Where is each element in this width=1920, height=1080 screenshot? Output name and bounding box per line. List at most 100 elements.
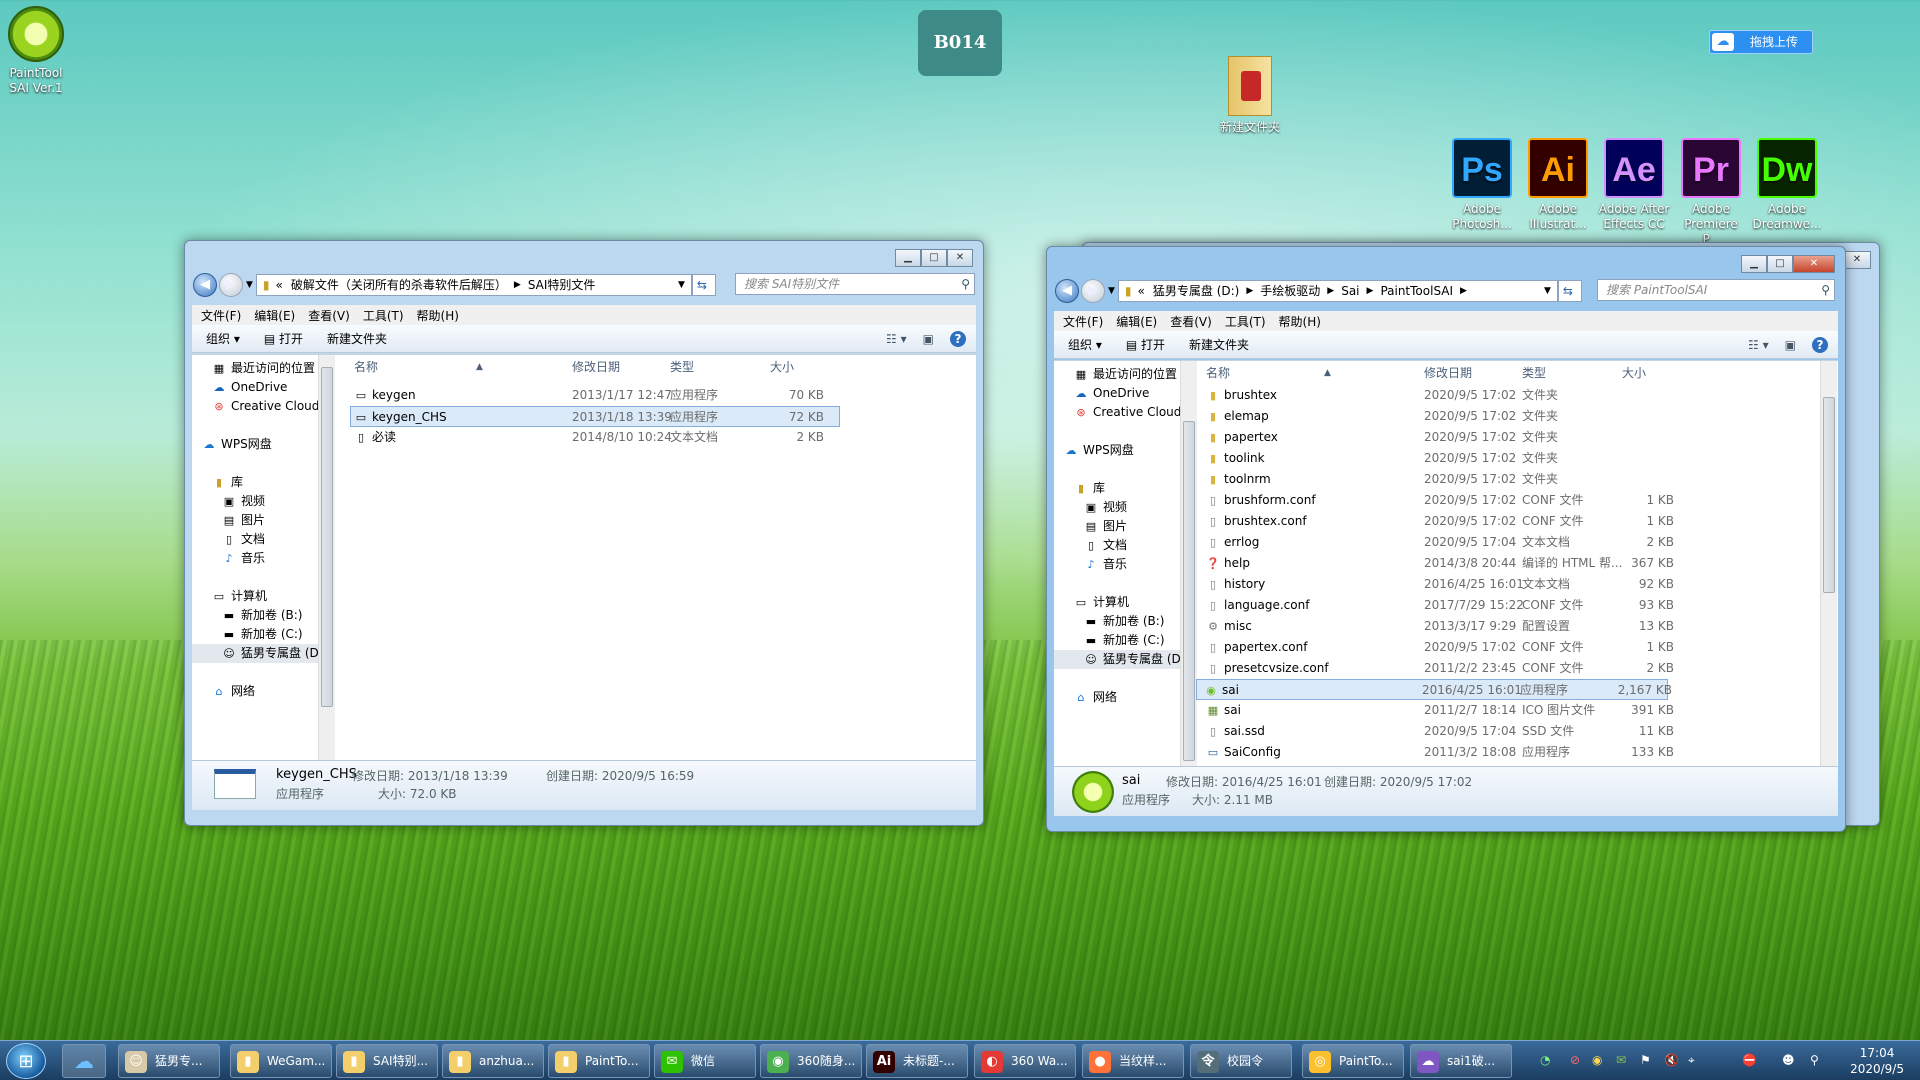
desktop-icon-painttool-sai[interactable]: PaintTool SAI Ver.1 [4, 6, 68, 96]
history-dropdown-icon[interactable]: ▼ [246, 280, 253, 290]
nav-videos[interactable]: ▣ 视频 [1074, 498, 1193, 517]
search-icon[interactable]: ⚲ [1821, 280, 1830, 300]
navigation-pane[interactable]: ▦ 最近访问的位置 ☁ OneDrive ⊛ Creative Cloud ☁ WPS网… [1054, 361, 1194, 767]
breadcrumb-item[interactable]: PaintToolSAI [1380, 284, 1453, 298]
search-input[interactable]: 搜索 PaintToolSAI ⚲ [1597, 279, 1835, 301]
new-folder-button[interactable]: 新建文件夹 [1189, 336, 1249, 353]
column-modified[interactable]: 修改日期 [1424, 361, 1472, 385]
menu-file[interactable]: 文件(F) [201, 307, 241, 324]
nav-drive-b[interactable]: ▬ 新加卷 (B:) [1074, 612, 1193, 631]
nav-wps[interactable]: ☁ WPS网盘 [202, 435, 331, 454]
desktop-icon-premiere[interactable]: Pr Adobe Premiere P... [1674, 138, 1748, 247]
column-name[interactable]: 名称 [1206, 361, 1230, 385]
maximize-button[interactable]: □ [921, 249, 947, 267]
nav-libraries[interactable]: ▮ 库 [212, 473, 331, 492]
nav-videos[interactable]: ▣ 视频 [212, 492, 331, 511]
nav-creative-cloud[interactable]: ⊛ Creative Cloud [1074, 403, 1193, 422]
wifi-icon[interactable]: ◔ [1540, 1053, 1550, 1067]
address-dropdown-icon[interactable]: ▼ [1544, 286, 1551, 296]
drag-upload-button[interactable]: ☁ 拖拽上传 [1709, 30, 1813, 54]
preview-pane-icon[interactable]: ▣ [1785, 338, 1796, 352]
nav-network[interactable]: ⌂ 网络 [1074, 688, 1193, 707]
desktop-icon-photoshop[interactable]: Ps Adobe Photosh... [1446, 138, 1518, 232]
column-type[interactable]: 类型 [670, 355, 694, 379]
nav-music[interactable]: ♪ 音乐 [212, 549, 331, 568]
desktop-icon-after-effects[interactable]: Ae Adobe After Effects CC ... [1596, 138, 1672, 247]
nav-computer[interactable]: ▭ 计算机 [212, 587, 331, 606]
file-row[interactable]: ⚙ misc 2013/3/17 9:29 配置设置 13 KB [1198, 616, 1820, 637]
action-center-icon[interactable]: ⚲ [1810, 1053, 1819, 1067]
nav-libraries[interactable]: ▮ 库 [1074, 479, 1193, 498]
breadcrumb-overflow[interactable]: « [1138, 284, 1145, 298]
security-icon[interactable]: ⊘ [1570, 1053, 1580, 1067]
blocked-icon[interactable]: ⛔ [1742, 1053, 1757, 1067]
breadcrumb-overflow[interactable]: « [276, 278, 283, 292]
search-input[interactable]: 搜索 SAI特别文件 ⚲ [735, 273, 975, 295]
taskbar-item[interactable]: ▮ WeGam... [230, 1044, 332, 1078]
back-button[interactable]: ◀ [193, 272, 217, 297]
file-row[interactable]: ▯ brushtex.conf 2020/9/5 17:02 CONF 文件 1 KB [1198, 511, 1820, 532]
file-row[interactable]: ▦ sai 2011/2/7 18:14 ICO 图片文件 391 KB [1198, 700, 1820, 721]
file-row[interactable]: ▯ papertex.conf 2020/9/5 17:02 CONF 文件 1 KB [1198, 637, 1820, 658]
taskbar-item[interactable]: ▮ SAI特别... [336, 1044, 438, 1078]
address-breadcrumb[interactable]: ▮ « 猛男专属盘 (D:) ▶ 手绘板驱动 ▶ Sai ▶ PaintTool… [1117, 279, 1558, 302]
qq-icon[interactable]: ☻ [1782, 1053, 1795, 1067]
file-row[interactable]: ▯ history 2016/4/25 16:01 文本文档 92 KB [1198, 574, 1820, 595]
column-size[interactable]: 大小 [770, 355, 794, 379]
menu-view[interactable]: 查看(V) [1170, 313, 1212, 330]
nav-documents[interactable]: ▯ 文档 [212, 530, 331, 549]
file-row[interactable]: ▭ keygen 2013/1/17 12:47 应用程序 70 KB [336, 385, 976, 406]
network-tray-icon[interactable]: ⌖ [1688, 1053, 1695, 1068]
wechat-tray-icon[interactable]: ✉ [1616, 1053, 1626, 1067]
nav-onedrive[interactable]: ☁ OneDrive [212, 378, 331, 397]
minimize-button[interactable]: ▁ [895, 249, 921, 267]
taskbar-item[interactable]: ▮ PaintTo... [548, 1044, 650, 1078]
file-list-scrollbar[interactable] [1820, 361, 1837, 767]
breadcrumb-separator-icon[interactable]: ▶ [1460, 286, 1467, 296]
menu-file[interactable]: 文件(F) [1063, 313, 1103, 330]
file-row-selected[interactable]: ▭ keygen_CHS 2013/1/18 13:39 应用程序 72 KB [350, 406, 840, 427]
breadcrumb-separator-icon[interactable]: ▶ [1246, 286, 1253, 296]
file-row[interactable]: ▮ elemap 2020/9/5 17:02 文件夹 [1198, 406, 1820, 427]
breadcrumb-item[interactable]: SAI特别文件 [528, 276, 596, 293]
new-folder-button[interactable]: 新建文件夹 [327, 330, 387, 347]
breadcrumb-item[interactable]: Sai [1341, 284, 1359, 298]
file-row[interactable]: ▮ papertex 2020/9/5 17:02 文件夹 [1198, 427, 1820, 448]
nav-documents[interactable]: ▯ 文档 [1074, 536, 1193, 555]
volume-muted-icon[interactable]: 🔇 [1664, 1053, 1679, 1067]
organize-button[interactable]: 组织 ▾ [1068, 336, 1102, 353]
start-button[interactable]: ⊞ [6, 1043, 46, 1079]
breadcrumb-item[interactable]: 手绘板驱动 [1260, 282, 1320, 299]
file-row[interactable]: ▯ brushform.conf 2020/9/5 17:02 CONF 文件 1 KB [1198, 490, 1820, 511]
taskbar-item[interactable]: ▮ anzhua... [442, 1044, 544, 1078]
desktop-icon-dreamweaver[interactable]: Dw Adobe Dreamwe... [1750, 138, 1824, 232]
refresh-button[interactable]: ⇆ [691, 273, 716, 296]
breadcrumb-separator-icon[interactable]: ▶ [1327, 286, 1334, 296]
nav-creative-cloud[interactable]: ⊛ Creative Cloud [212, 397, 331, 416]
explorer-window-sai-special[interactable]: ▁ □ ✕ ◀ ▶ ▼ ▮ « 破解文件（关闭所有的杀毒软件后解压） ▶ SAI… [184, 240, 984, 826]
nav-drive-d[interactable]: ☺ 猛男专属盘 (D:) [1054, 650, 1193, 669]
menu-edit[interactable]: 编辑(E) [254, 307, 295, 324]
nav-onedrive[interactable]: ☁ OneDrive [1074, 384, 1193, 403]
clock[interactable]: 17:04 2020/9/5 [1850, 1045, 1904, 1077]
file-row-selected[interactable]: ◉ sai 2016/4/25 16:01 应用程序 2,167 KB [1196, 679, 1672, 700]
column-modified[interactable]: 修改日期 [572, 355, 620, 379]
taskbar-item[interactable]: ☁ sai1破... [1410, 1044, 1512, 1078]
navigation-pane[interactable]: ▦ 最近访问的位置 ☁ OneDrive ⊛ Creative Cloud ☁ WPS网… [192, 355, 332, 761]
breadcrumb-separator-icon[interactable]: ▶ [1367, 286, 1374, 296]
refresh-button[interactable]: ⇆ [1557, 279, 1582, 302]
breadcrumb-item[interactable]: 破解文件（关闭所有的杀毒软件后解压） [291, 276, 507, 293]
help-icon[interactable]: ? [1812, 336, 1828, 353]
menu-view[interactable]: 查看(V) [308, 307, 350, 324]
menu-tools[interactable]: 工具(T) [363, 307, 404, 324]
nav-network[interactable]: ⌂ 网络 [212, 682, 331, 701]
file-row[interactable]: ▯ presetcvsize.conf 2011/2/2 23:45 CONF 文件 2… [1198, 658, 1820, 679]
file-row[interactable]: ▯ sai.ssd 2020/9/5 17:04 SSD 文件 11 KB [1198, 721, 1820, 742]
forward-button[interactable]: ▶ [1081, 278, 1105, 303]
open-button[interactable]: ▤ 打开 [264, 330, 303, 347]
baidu-netdisk-pinned[interactable]: ☁ [62, 1044, 106, 1078]
flag-icon[interactable]: ⚑ [1640, 1053, 1651, 1067]
file-row[interactable]: ▯ 必读 2014/8/10 10:24 文本文档 2 KB [336, 427, 976, 448]
nav-scrollbar[interactable] [318, 355, 335, 761]
taskbar-item[interactable]: ◐ 360 Wa... [974, 1044, 1076, 1078]
